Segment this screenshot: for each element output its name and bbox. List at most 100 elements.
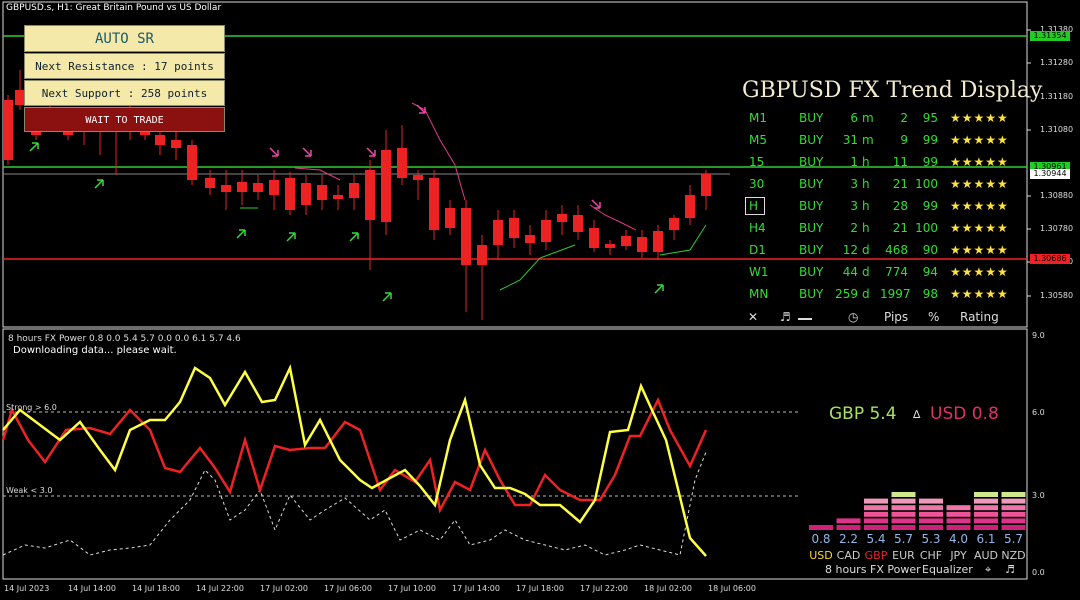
price-tag: 1.31354 [1030, 31, 1070, 41]
equalizer-segment [864, 518, 888, 524]
trend-row-signal: BUY [799, 133, 824, 147]
equalizer-segment [836, 525, 861, 530]
usd-strength: USD 0.8 [930, 404, 999, 424]
equalizer-segment [919, 525, 943, 530]
trend-row-rating: ★★★★★ [950, 155, 1009, 169]
candle-body [155, 135, 165, 145]
buy-arrow-icon [94, 179, 104, 189]
trend-row-pips: 774 [885, 265, 908, 279]
trend-row-signal: BUY [799, 287, 824, 301]
trend-row-timeframe[interactable]: M5 [749, 133, 767, 147]
trend-row-timeframe[interactable]: D1 [749, 243, 766, 257]
equalizer-segment [1001, 498, 1026, 504]
trend-row-age-unit: h [862, 221, 870, 235]
trend-row-percent: 98 [922, 287, 938, 301]
trend-row-timeframe[interactable]: H4 [749, 221, 766, 235]
trend-row-age-unit: h [862, 155, 870, 169]
candle-body [381, 150, 391, 222]
equalizer-value: 5.4 [866, 532, 886, 546]
trailing-stop-lower-2 [659, 224, 707, 256]
candle-body [205, 178, 215, 188]
equalizer-mode-label[interactable]: Equalizer [922, 563, 973, 576]
strong-label: Strong > 6.0 [6, 403, 57, 412]
toggle-icon[interactable] [798, 318, 812, 320]
trend-row-pips: 9 [900, 133, 908, 147]
candle-body [285, 178, 295, 210]
auto-sr-title[interactable]: AUTO SR [24, 25, 225, 52]
trend-row-percent: 94 [922, 265, 938, 279]
equalizer-segment [864, 498, 888, 504]
equalizer-segment [864, 511, 888, 517]
candle-body [621, 236, 631, 246]
trend-row-pips: 468 [885, 243, 908, 257]
price-tag: 1.30944 [1030, 169, 1070, 179]
buy-arrow-icon [29, 142, 39, 152]
time-axis-label: 17 Jul 02:00 [260, 584, 308, 593]
buy-arrow-icon [349, 232, 359, 242]
time-axis-label: 14 Jul 22:00 [196, 584, 244, 593]
trend-row-rating: ★★★★★ [950, 221, 1009, 235]
crosshair-icon[interactable]: ⌖ [985, 563, 991, 577]
gbp-strength: GBP 5.4 [829, 404, 897, 424]
equalizer-segment [891, 505, 916, 511]
selected-timeframe-box[interactable] [745, 197, 765, 215]
price-axis-label: 1.31080 [1040, 125, 1074, 134]
equalizer-currency[interactable]: JPY [945, 549, 973, 562]
candle-body [3, 100, 13, 160]
equalizer-segment [891, 525, 916, 530]
trend-row-timeframe[interactable]: 15 [749, 155, 764, 169]
wait-to-trade-status: WAIT TO TRADE [24, 107, 225, 132]
percent-header: % [928, 310, 940, 324]
candle-body [237, 182, 247, 192]
trend-row-percent: 95 [922, 111, 938, 125]
sell-arrow-icon [302, 147, 312, 157]
trailing-stop-lower [499, 244, 576, 291]
equalizer-currency[interactable]: CAD [835, 549, 863, 562]
trend-row-age: 3 [850, 199, 858, 213]
candle-body [477, 245, 487, 265]
sell-arrow-icon [366, 147, 376, 157]
trend-row-timeframe[interactable]: MN [749, 287, 768, 301]
candle-body [605, 244, 615, 248]
equalizer-segment [1001, 518, 1026, 524]
trend-row-age: 12 [842, 243, 858, 257]
fx-period-label[interactable]: 8 hours [825, 563, 866, 576]
price-axis-label: 1.31180 [1040, 92, 1074, 101]
equalizer-value: 5.7 [1003, 532, 1024, 546]
equalizer-segment [974, 492, 998, 497]
trend-row-timeframe[interactable]: M1 [749, 111, 767, 125]
equalizer-segment [974, 525, 998, 530]
equalizer-currency[interactable]: USD [807, 549, 835, 562]
equalizer-currency[interactable]: EUR [890, 549, 918, 562]
equalizer-segment [891, 518, 916, 524]
trend-row-rating: ★★★★★ [950, 111, 1009, 125]
candle-body [637, 237, 647, 252]
download-status: Downloading data... please wait. [13, 345, 177, 356]
fx-power-diff-line [2, 451, 707, 556]
pips-header: Pips [884, 310, 909, 324]
trend-row-percent: 99 [922, 155, 938, 169]
candle-body [429, 178, 439, 230]
candle-body [317, 185, 327, 200]
candle-body [253, 183, 263, 192]
trend-row-age: 44 [842, 265, 858, 279]
price-axis-label: 1.30580 [1040, 291, 1074, 300]
candle-body [187, 145, 197, 180]
trend-row-age-unit: m [862, 133, 874, 147]
equalizer-currency[interactable]: NZD [1000, 549, 1028, 562]
sound-icon[interactable]: ♬ [1005, 563, 1015, 576]
equalizer-currency[interactable]: CHF [917, 549, 945, 562]
sound-icon[interactable]: ♬ [780, 310, 791, 324]
equalizer-value: 0.8 [811, 532, 831, 546]
trend-row-age-unit: h [862, 177, 870, 191]
next-resistance-label: Next Resistance : 17 points [24, 53, 225, 79]
close-icon[interactable]: ✕ [748, 310, 758, 324]
trend-row-age-unit: d [862, 287, 870, 301]
equalizer-currency[interactable]: AUD [972, 549, 1000, 562]
candle-body [541, 220, 551, 242]
trend-row-timeframe[interactable]: W1 [749, 265, 769, 279]
trend-row-pips: 21 [892, 221, 908, 235]
equalizer-segment [946, 505, 971, 511]
trend-row-timeframe[interactable]: 30 [749, 177, 764, 191]
equalizer-currency[interactable]: GBP [862, 549, 890, 562]
